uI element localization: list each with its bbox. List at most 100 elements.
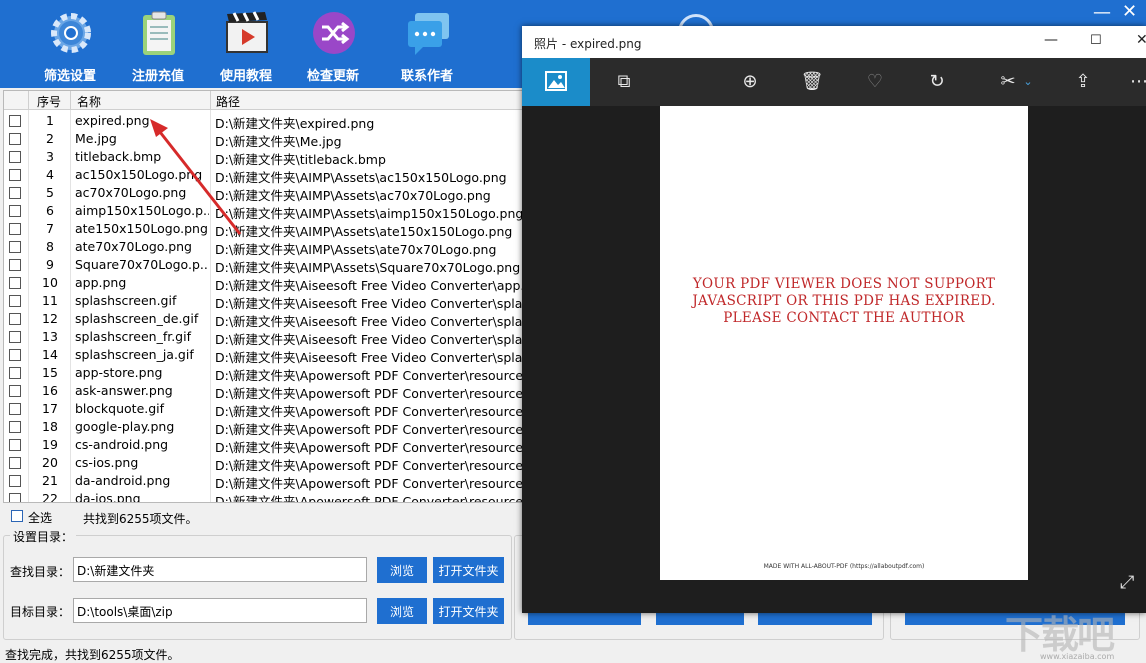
chevron-down-icon[interactable]: ⌄	[1016, 70, 1040, 94]
row-number: 22	[42, 491, 58, 503]
row-number: 11	[42, 293, 58, 308]
column-header-name[interactable]: 名称	[77, 93, 101, 110]
row-checkbox[interactable]	[9, 259, 21, 271]
table-row[interactable]: 3 titleback.bmp D:\新建文件夹\titleback.bmp	[4, 148, 522, 167]
viewer-minimize-icon[interactable]: —	[1044, 32, 1058, 48]
row-name: Square70x70Logo.p...	[75, 257, 209, 272]
contact-author-button[interactable]: 联系作者	[387, 8, 467, 86]
target-open-folder-button[interactable]: 打开文件夹	[433, 598, 504, 624]
table-row[interactable]: 16 ask-answer.png D:\新建文件夹\Apowersoft PDF …	[4, 382, 522, 401]
row-checkbox[interactable]	[9, 493, 21, 502]
row-checkbox[interactable]	[9, 277, 21, 289]
search-dir-input[interactable]: D:\新建文件夹	[73, 557, 367, 582]
row-checkbox[interactable]	[9, 475, 21, 487]
row-number: 14	[42, 347, 58, 362]
search-browse-button[interactable]: 浏览	[377, 557, 427, 583]
table-row[interactable]: 2 Me.jpg D:\新建文件夹\Me.jpg	[4, 130, 522, 149]
row-number: 20	[42, 455, 58, 470]
table-row[interactable]: 9 Square70x70Logo.p... D:\新建文件夹\AIMP\Asset…	[4, 256, 522, 275]
rotate-icon[interactable]: ↻	[925, 70, 949, 94]
table-row[interactable]: 8 ate70x70Logo.png D:\新建文件夹\AIMP\Assets\at…	[4, 238, 522, 257]
column-header-no[interactable]: 序号	[37, 93, 61, 110]
viewer-close-icon[interactable]: ✕	[1136, 32, 1146, 48]
favorite-icon[interactable]: ♡	[863, 70, 887, 94]
video-icon	[226, 11, 268, 53]
expand-icon[interactable]: ⤢	[1120, 572, 1134, 593]
table-row[interactable]: 20 cs-ios.png D:\新建文件夹\Apowersoft PDF Conv…	[4, 454, 522, 473]
row-checkbox[interactable]	[9, 313, 21, 325]
checkbox[interactable]	[11, 510, 23, 522]
directory-settings-title: 设置目录：	[10, 528, 77, 545]
register-recharge-label: 注册充值	[131, 69, 184, 84]
row-checkbox[interactable]	[9, 187, 21, 199]
table-row[interactable]: 18 google-play.png D:\新建文件夹\Apowersoft PDF…	[4, 418, 522, 437]
more-icon[interactable]: ⋯	[1127, 70, 1146, 94]
row-checkbox[interactable]	[9, 367, 21, 379]
target-browse-button[interactable]: 浏览	[377, 598, 427, 624]
row-name: splashscreen_fr.gif	[75, 329, 191, 344]
row-name: ask-answer.png	[75, 383, 173, 398]
table-row[interactable]: 17 blockquote.gif D:\新建文件夹\Apowersoft PDF …	[4, 400, 522, 419]
search-open-folder-button[interactable]: 打开文件夹	[433, 557, 504, 583]
row-checkbox[interactable]	[9, 385, 21, 397]
row-name: ac150x150Logo.png	[75, 167, 203, 182]
register-recharge-button[interactable]: 注册充值	[118, 8, 198, 86]
row-checkbox[interactable]	[9, 241, 21, 253]
table-row[interactable]: 14 splashscreen_ja.gif D:\新建文件夹\Aiseesoft …	[4, 346, 522, 365]
row-checkbox[interactable]	[9, 169, 21, 181]
row-checkbox[interactable]	[9, 349, 21, 361]
check-update-label: 检查更新	[306, 69, 359, 84]
filter-settings-button[interactable]: 筛选设置	[30, 8, 110, 86]
row-checkbox[interactable]	[9, 133, 21, 145]
row-checkbox[interactable]	[9, 457, 21, 469]
table-row[interactable]: 21 da-android.png D:\新建文件夹\Apowersoft PDF …	[4, 472, 522, 491]
row-number: 13	[42, 329, 58, 344]
table-row[interactable]: 10 app.png D:\新建文件夹\Aiseesoft Free Video C…	[4, 274, 522, 293]
row-number: 16	[42, 383, 58, 398]
column-header-path[interactable]: 路径	[216, 93, 240, 110]
viewer-maximize-icon[interactable]: ☐	[1090, 33, 1102, 48]
row-name: da-ios.png	[75, 491, 141, 503]
close-icon[interactable]: ✕	[1122, 1, 1137, 22]
table-row[interactable]: 12 splashscreen_de.gif D:\新建文件夹\Aiseesoft …	[4, 310, 522, 329]
slideshow-icon[interactable]: ⧉	[612, 70, 636, 94]
row-checkbox[interactable]	[9, 421, 21, 433]
table-row[interactable]: 22 da-ios.png D:\新建文件夹\Apowersoft PDF Conv…	[4, 490, 523, 503]
row-checkbox[interactable]	[9, 439, 21, 451]
minimize-icon[interactable]: —	[1093, 2, 1111, 23]
table-row[interactable]: 4 ac150x150Logo.png D:\新建文件夹\AIMP\Assets\a…	[4, 166, 522, 185]
row-name: splashscreen_de.gif	[75, 311, 199, 326]
row-checkbox[interactable]	[9, 331, 21, 343]
row-checkbox[interactable]	[9, 295, 21, 307]
table-row[interactable]: 13 splashscreen_fr.gif D:\新建文件夹\Aiseesoft …	[4, 328, 522, 347]
image-content: YOUR PDF VIEWER DOES NOT SUPPORT JAVASCR…	[660, 106, 1028, 580]
row-name: titleback.bmp	[75, 149, 162, 164]
row-checkbox[interactable]	[9, 115, 21, 127]
tutorial-button[interactable]: 使用教程	[206, 8, 286, 86]
table-row[interactable]: 1 expired.png D:\新建文件夹\expired.png	[4, 112, 522, 131]
table-row[interactable]: 11 splashscreen.gif D:\新建文件夹\Aiseesoft Fre…	[4, 292, 522, 311]
row-name: ate150x150Logo.png	[75, 221, 208, 236]
row-checkbox[interactable]	[9, 205, 21, 217]
watermark-logo: 下载吧	[1005, 613, 1115, 657]
table-row[interactable]: 5 ac70x70Logo.png D:\新建文件夹\AIMP\Assets\ac7…	[4, 184, 522, 203]
row-checkbox[interactable]	[9, 403, 21, 415]
row-checkbox[interactable]	[9, 151, 21, 163]
table-row[interactable]: 19 cs-android.png D:\新建文件夹\Apowersoft PDF …	[4, 436, 522, 455]
row-number: 18	[42, 419, 58, 434]
row-name: app.png	[75, 275, 127, 290]
share-icon[interactable]: ⇪	[1071, 70, 1095, 94]
target-dir-input[interactable]: D:\tools\桌面\zip	[73, 598, 367, 623]
row-checkbox[interactable]	[9, 223, 21, 235]
table-row[interactable]: 6 aimp150x150Logo.p... D:\新建文件夹\AIMP\Asset…	[4, 202, 522, 221]
view-image-button[interactable]	[522, 58, 590, 106]
zoom-in-icon[interactable]: ⊕	[738, 70, 762, 94]
image-footer: MADE WITH ALL-ABOUT-PDF (https://allabou…	[763, 563, 925, 570]
row-name: expired.png	[75, 113, 150, 128]
table-row[interactable]: 15 app-store.png D:\新建文件夹\Apowersoft PDF C…	[4, 364, 522, 383]
delete-icon[interactable]: 🗑	[800, 70, 824, 94]
row-path: D:\新建文件夹\Apowersoft PDF Converter\resour…	[215, 494, 523, 503]
check-update-button[interactable]: 检查更新	[293, 8, 373, 86]
row-name: Me.jpg	[75, 131, 117, 146]
table-row[interactable]: 7 ate150x150Logo.png D:\新建文件夹\AIMP\Assets\…	[4, 220, 522, 239]
